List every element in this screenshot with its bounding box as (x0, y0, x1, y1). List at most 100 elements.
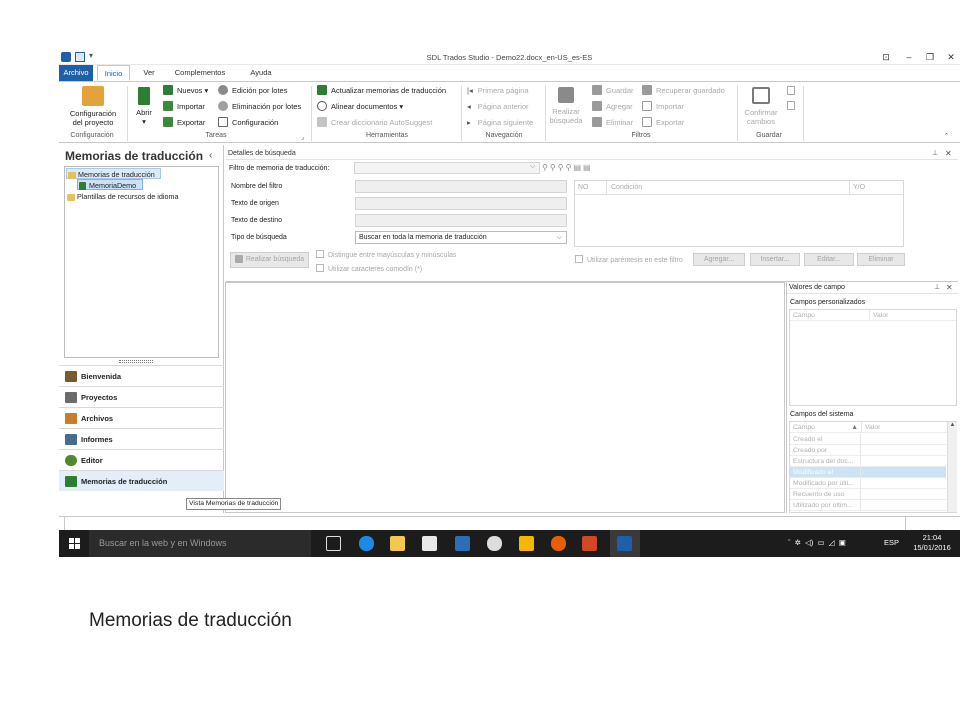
delete-filter-button[interactable]: Eliminar (592, 116, 633, 129)
system-fields-label: Campos del sistema (790, 411, 854, 418)
tab-ayuda[interactable]: Ayuda (243, 65, 279, 81)
insert-condition-button[interactable]: Insertar... (750, 253, 800, 266)
close-icon[interactable]: ✕ (943, 51, 959, 63)
close-panel-icon[interactable]: ✕ (946, 283, 953, 292)
system-field-row[interactable]: Modificado por últi... (790, 478, 946, 489)
add-filter-button[interactable]: Agregar (592, 100, 633, 113)
previous-page-button[interactable]: ◂ Página anterior (467, 100, 529, 113)
commit-changes-button[interactable]: Confirmar cambios (739, 108, 783, 126)
delete-condition-button[interactable]: Eliminar (857, 253, 905, 266)
filter-import-icon (642, 101, 652, 111)
paste-icon[interactable] (787, 101, 795, 110)
minimize-icon[interactable]: – (901, 51, 917, 63)
target-text-field[interactable] (355, 214, 567, 227)
search-details-title: Detalles de búsqueda (228, 150, 296, 157)
wildcard-checkbox[interactable] (316, 264, 324, 272)
wildcard-label: Utilizar caracteres comodín (*) (328, 266, 423, 273)
run-search-btn[interactable]: Realizar búsqueda (230, 252, 309, 268)
edit-condition-button[interactable]: Editar... (804, 253, 854, 266)
pin-icon[interactable]: ⊥ (934, 283, 940, 291)
file-explorer-icon[interactable] (390, 536, 405, 551)
system-field-row[interactable]: Creado por (790, 445, 946, 456)
export-button[interactable]: Exportar (163, 116, 205, 129)
tab-complementos[interactable]: Complementos (169, 65, 231, 81)
dialog-launcher-icon[interactable]: ⌟ (301, 133, 304, 141)
trados-taskbar-icon[interactable] (617, 536, 632, 551)
store-icon[interactable] (422, 536, 437, 551)
group-label-filtros: Filtros (631, 132, 651, 139)
nav-button-editor[interactable]: Editor (59, 449, 224, 470)
edge-icon[interactable] (359, 536, 374, 551)
firefox-icon[interactable] (551, 536, 566, 551)
parentheses-option[interactable]: Utilizar paréntesis en este filtro (575, 255, 683, 264)
pin-icon[interactable]: ⊥ (932, 148, 938, 160)
scroll-up-icon[interactable]: ▲ (948, 422, 957, 428)
import-filter-button[interactable]: Importar (642, 100, 684, 113)
update-tm-button[interactable]: Actualizar memorias de traducción (317, 84, 446, 97)
system-field-row[interactable]: Utilizado por últim... (790, 500, 946, 511)
copy-icon[interactable] (787, 86, 795, 95)
close-panel-icon[interactable]: ✕ (945, 148, 952, 160)
scrollbar[interactable]: ▲ (947, 422, 957, 512)
tab-ver[interactable]: Ver (137, 65, 161, 81)
wildcard-option[interactable]: Utilizar caracteres comodín (*) (316, 264, 422, 273)
clock[interactable]: 21:04 15/01/2016 (911, 533, 953, 553)
video-icon[interactable] (519, 536, 534, 551)
ribbon-display-icon[interactable]: ⊡ (878, 51, 894, 63)
filter-dropdown[interactable] (354, 162, 540, 174)
filter-toolbar-icons[interactable]: ⚲⚲⚲⚲▤▤ (542, 163, 593, 172)
app-icon-blue[interactable] (455, 536, 470, 551)
tree-item-plantillas[interactable]: Plantillas de recursos de idioma (66, 191, 178, 202)
batch-delete-button[interactable]: Eliminación por lotes (218, 100, 301, 113)
case-sensitive-option[interactable]: Distingue entre mayúsculas y minúsculas (316, 250, 456, 259)
filter-name-field[interactable] (355, 180, 567, 193)
col-campo[interactable]: Campo ▲ (790, 422, 862, 433)
system-tray-icons[interactable]: ˆ ✲ ◁) ▭ ◿ ▣ (788, 538, 846, 547)
nav-button-bienvenida[interactable]: Bienvenida (59, 365, 224, 386)
task-view-icon[interactable] (326, 536, 341, 551)
add-condition-button[interactable]: Agregar... (693, 253, 745, 266)
group-separator (737, 86, 738, 141)
powerpoint-icon[interactable] (582, 536, 597, 551)
tree-item-memorias[interactable]: Memorias de traducción (66, 168, 161, 179)
system-field-row[interactable]: Estructura del doc... (790, 456, 946, 467)
system-field-row[interactable]: Modificado el (790, 467, 946, 478)
project-settings-button[interactable]: Configuración del proyecto (62, 109, 124, 127)
import-button[interactable]: Importar (163, 100, 205, 113)
settings-button[interactable]: Configuración (218, 116, 278, 129)
system-field-row[interactable]: Creado el (790, 434, 946, 445)
tree-item-memoriademo[interactable]: MemoriaDemo (77, 179, 143, 190)
filter-load-icon (642, 85, 652, 95)
batch-edit-button[interactable]: Edición por lotes (218, 84, 287, 97)
media-icon[interactable] (487, 536, 502, 551)
next-page-button[interactable]: ▸ Página siguiente (467, 116, 533, 129)
save-filter-button[interactable]: Guardar (592, 84, 634, 97)
export-filter-button[interactable]: Exportar (642, 116, 684, 129)
source-text-field[interactable] (355, 197, 567, 210)
nav-button-informes[interactable]: Informes (59, 428, 224, 449)
language-indicator[interactable]: ESP (884, 538, 899, 547)
nav-button-proyectos[interactable]: Proyectos (59, 386, 224, 407)
first-page-button[interactable]: |◂ Primera página (467, 84, 529, 97)
case-sensitive-checkbox[interactable] (316, 250, 324, 258)
system-field-row[interactable]: Recuento de uso (790, 489, 946, 500)
splitter-grip[interactable] (119, 360, 153, 363)
search-type-select[interactable]: Buscar en toda la memoria de traducción … (355, 231, 567, 244)
tab-inicio[interactable]: Inicio (97, 65, 130, 81)
autosuggest-button[interactable]: Crear diccionario AutoSuggest (317, 116, 432, 129)
new-button[interactable]: Nuevos ▾ (163, 84, 208, 97)
collapse-ribbon-icon[interactable]: ˆ (945, 132, 948, 142)
align-button[interactable]: Alinear documentos ▾ (317, 100, 403, 113)
taskbar-search-input[interactable]: Buscar en la web y en Windows (89, 530, 311, 557)
collapse-panel-icon[interactable]: ‹ (209, 150, 212, 161)
nav-button-archivos[interactable]: Archivos (59, 407, 224, 428)
settings-icon (218, 117, 228, 127)
restore-icon[interactable]: ❐ (922, 51, 938, 63)
nav-button-memorias[interactable]: Memorias de traducción (59, 470, 224, 491)
windows-start-icon[interactable] (69, 538, 80, 549)
tab-archivo[interactable]: Archivo (59, 65, 93, 81)
parentheses-checkbox[interactable] (575, 255, 583, 263)
load-filter-button[interactable]: Recuperar guardado (642, 84, 725, 97)
open-button[interactable]: Abrir ▾ (131, 108, 157, 126)
run-search-button[interactable]: Realizar búsqueda (547, 107, 585, 125)
